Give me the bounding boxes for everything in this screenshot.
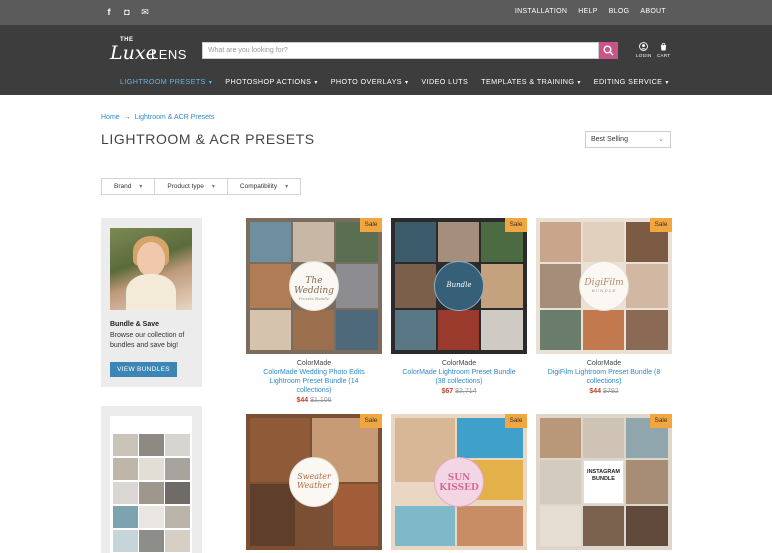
sale-badge: Sale	[650, 414, 672, 428]
search-input[interactable]: What are you looking for?	[202, 42, 599, 59]
nav-video-luts[interactable]: VIDEO LUTS	[421, 77, 468, 86]
product-badge: Bundle	[434, 261, 484, 311]
search-icon	[603, 45, 614, 56]
search-button[interactable]	[599, 42, 618, 59]
breadcrumb-home[interactable]: Home	[101, 114, 120, 121]
sale-badge: Sale	[360, 414, 382, 428]
product-vendor: ColorMade	[441, 360, 477, 367]
cart-button[interactable]: CART	[657, 42, 670, 58]
site-logo[interactable]: THE Luxe LENS	[108, 37, 188, 65]
sale-badge: Sale	[360, 218, 382, 232]
product-badge: SUN KISSED	[434, 457, 484, 507]
product-image[interactable]: Bundle Sale	[391, 218, 527, 354]
chevron-down-icon: ▾	[139, 184, 143, 190]
product-price: $44 $792	[536, 388, 672, 395]
help-link[interactable]: HELP	[578, 8, 598, 15]
nav-editing-service[interactable]: EDITING SERVICE ▾	[594, 77, 669, 86]
promo-image	[110, 228, 192, 310]
logo-luxe: Luxe	[110, 42, 157, 64]
product-card[interactable]: Bundle Sale ColorMade ColorMade Lightroo…	[391, 218, 527, 395]
sale-price: $44	[589, 388, 602, 395]
chevron-down-icon: ▾	[314, 80, 318, 86]
filter-compatibility[interactable]: Compatibility ▾	[228, 179, 300, 194]
breadcrumb: Home → Lightroom & ACR Presets	[101, 114, 214, 121]
promo-text: Browse our collection of bundles and sav…	[110, 332, 185, 349]
email-icon[interactable]: ✉	[140, 7, 150, 17]
chevron-down-icon: ▾	[404, 80, 409, 86]
product-image[interactable]: DigiFilm BUNDLE Sale	[536, 218, 672, 354]
nav-templates-training[interactable]: TEMPLATES & TRAINING ▾	[481, 77, 581, 86]
compare-price: $2,714	[455, 388, 477, 395]
product-card[interactable]: INSTAGRAM BUNDLE Sale	[536, 414, 672, 550]
compare-price: $792	[603, 388, 619, 395]
page-title: LIGHTROOM & ACR PRESETS	[101, 131, 315, 147]
instagram-icon[interactable]: ◘	[122, 7, 132, 17]
product-card[interactable]: SUN KISSED Sale	[391, 414, 527, 550]
product-price: $44 $1,106	[246, 397, 382, 404]
product-vendor: ColorMade	[586, 360, 622, 367]
nav-photo-overlays[interactable]: PHOTO OVERLAYS ▾	[331, 77, 409, 86]
sort-selected-value: Best Selling	[591, 136, 628, 143]
utility-links: INSTALLATION HELP BLOG ABOUT	[515, 8, 666, 15]
product-price: $67 $2,714	[391, 388, 527, 395]
chevron-down-icon: ⌄	[658, 136, 664, 143]
arrow-right-icon: →	[123, 114, 131, 121]
product-card[interactable]: The Wedding Presets Bundle Sale ColorMade…	[246, 218, 382, 404]
chevron-down-icon: ▾	[577, 80, 581, 86]
cart-label: CART	[657, 53, 671, 58]
main-nav: LIGHTROOM PRESETS ▾ PHOTOSHOP ACTIONS ▾ PH…	[120, 77, 669, 86]
product-image[interactable]: SUN KISSED Sale	[391, 414, 527, 550]
sale-price: $44	[296, 397, 309, 404]
filter-bar: Brand ▾ Product type ▾ Compatibility ▾	[101, 178, 302, 195]
nav-lightroom-presets[interactable]: LIGHTROOM PRESETS ▾	[120, 77, 212, 86]
blog-link[interactable]: BLOG	[609, 8, 630, 15]
user-icon	[639, 42, 649, 51]
breadcrumb-current[interactable]: Lightroom & ACR Presets	[135, 114, 215, 121]
product-badge: Sweater Weather	[289, 457, 339, 507]
logo-lens: LENS	[151, 47, 187, 62]
product-image[interactable]: Sweater Weather Sale	[246, 414, 382, 550]
product-badge: DigiFilm BUNDLE	[579, 261, 629, 311]
preset-preview-image	[110, 416, 192, 553]
product-badge: INSTAGRAM BUNDLE	[583, 460, 624, 504]
nav-photoshop-actions[interactable]: PHOTOSHOP ACTIONS ▾	[225, 77, 317, 86]
top-utility-bar: f ◘ ✉ INSTALLATION HELP BLOG ABOUT	[0, 0, 772, 25]
sale-badge: Sale	[650, 218, 672, 232]
product-title[interactable]: ColorMade Wedding Photo Edits Lightroom …	[246, 368, 382, 395]
product-image[interactable]: INSTAGRAM BUNDLE Sale	[536, 414, 672, 550]
product-vendor: ColorMade	[296, 360, 332, 367]
product-title[interactable]: ColorMade Lightroom Preset Bundle (38 co…	[391, 368, 527, 386]
sale-badge: Sale	[505, 414, 527, 428]
product-title[interactable]: DigiFilm Lightroom Preset Bundle (8 coll…	[536, 368, 672, 386]
login-button[interactable]: LOGIN	[636, 42, 652, 58]
installation-link[interactable]: INSTALLATION	[515, 8, 567, 15]
chevron-down-icon: ▾	[285, 184, 289, 190]
about-link[interactable]: ABOUT	[640, 8, 666, 15]
promo-heading: Bundle & Save	[110, 321, 160, 328]
product-image[interactable]: The Wedding Presets Bundle Sale	[246, 218, 382, 354]
compare-price: $1,106	[310, 397, 332, 404]
product-card[interactable]: DigiFilm BUNDLE Sale ColorMade DigiFilm L…	[536, 218, 672, 395]
sort-select[interactable]: Best Selling ⌄	[585, 131, 671, 148]
filter-brand[interactable]: Brand ▾	[102, 179, 156, 194]
sale-badge: Sale	[505, 218, 527, 232]
facebook-icon[interactable]: f	[104, 7, 114, 17]
chevron-down-icon: ▾	[211, 184, 215, 190]
filter-product-type[interactable]: Product type ▾	[155, 179, 228, 194]
view-bundles-button[interactable]: VIEW BUNDLES	[110, 362, 177, 377]
cart-icon	[660, 42, 667, 51]
chevron-down-icon: ▾	[208, 80, 213, 86]
preset-preview-promo	[101, 406, 202, 553]
chevron-down-icon: ▾	[665, 80, 669, 86]
bundle-promo: Bundle & Save Browse our collection of b…	[101, 218, 202, 387]
product-card[interactable]: Sweater Weather Sale	[246, 414, 382, 550]
product-badge: The Wedding Presets Bundle	[289, 261, 339, 311]
sale-price: $67	[441, 388, 454, 395]
site-header: THE Luxe LENS What are you looking for? …	[0, 25, 772, 95]
social-links: f ◘ ✉	[104, 7, 150, 17]
login-label: LOGIN	[636, 53, 652, 58]
